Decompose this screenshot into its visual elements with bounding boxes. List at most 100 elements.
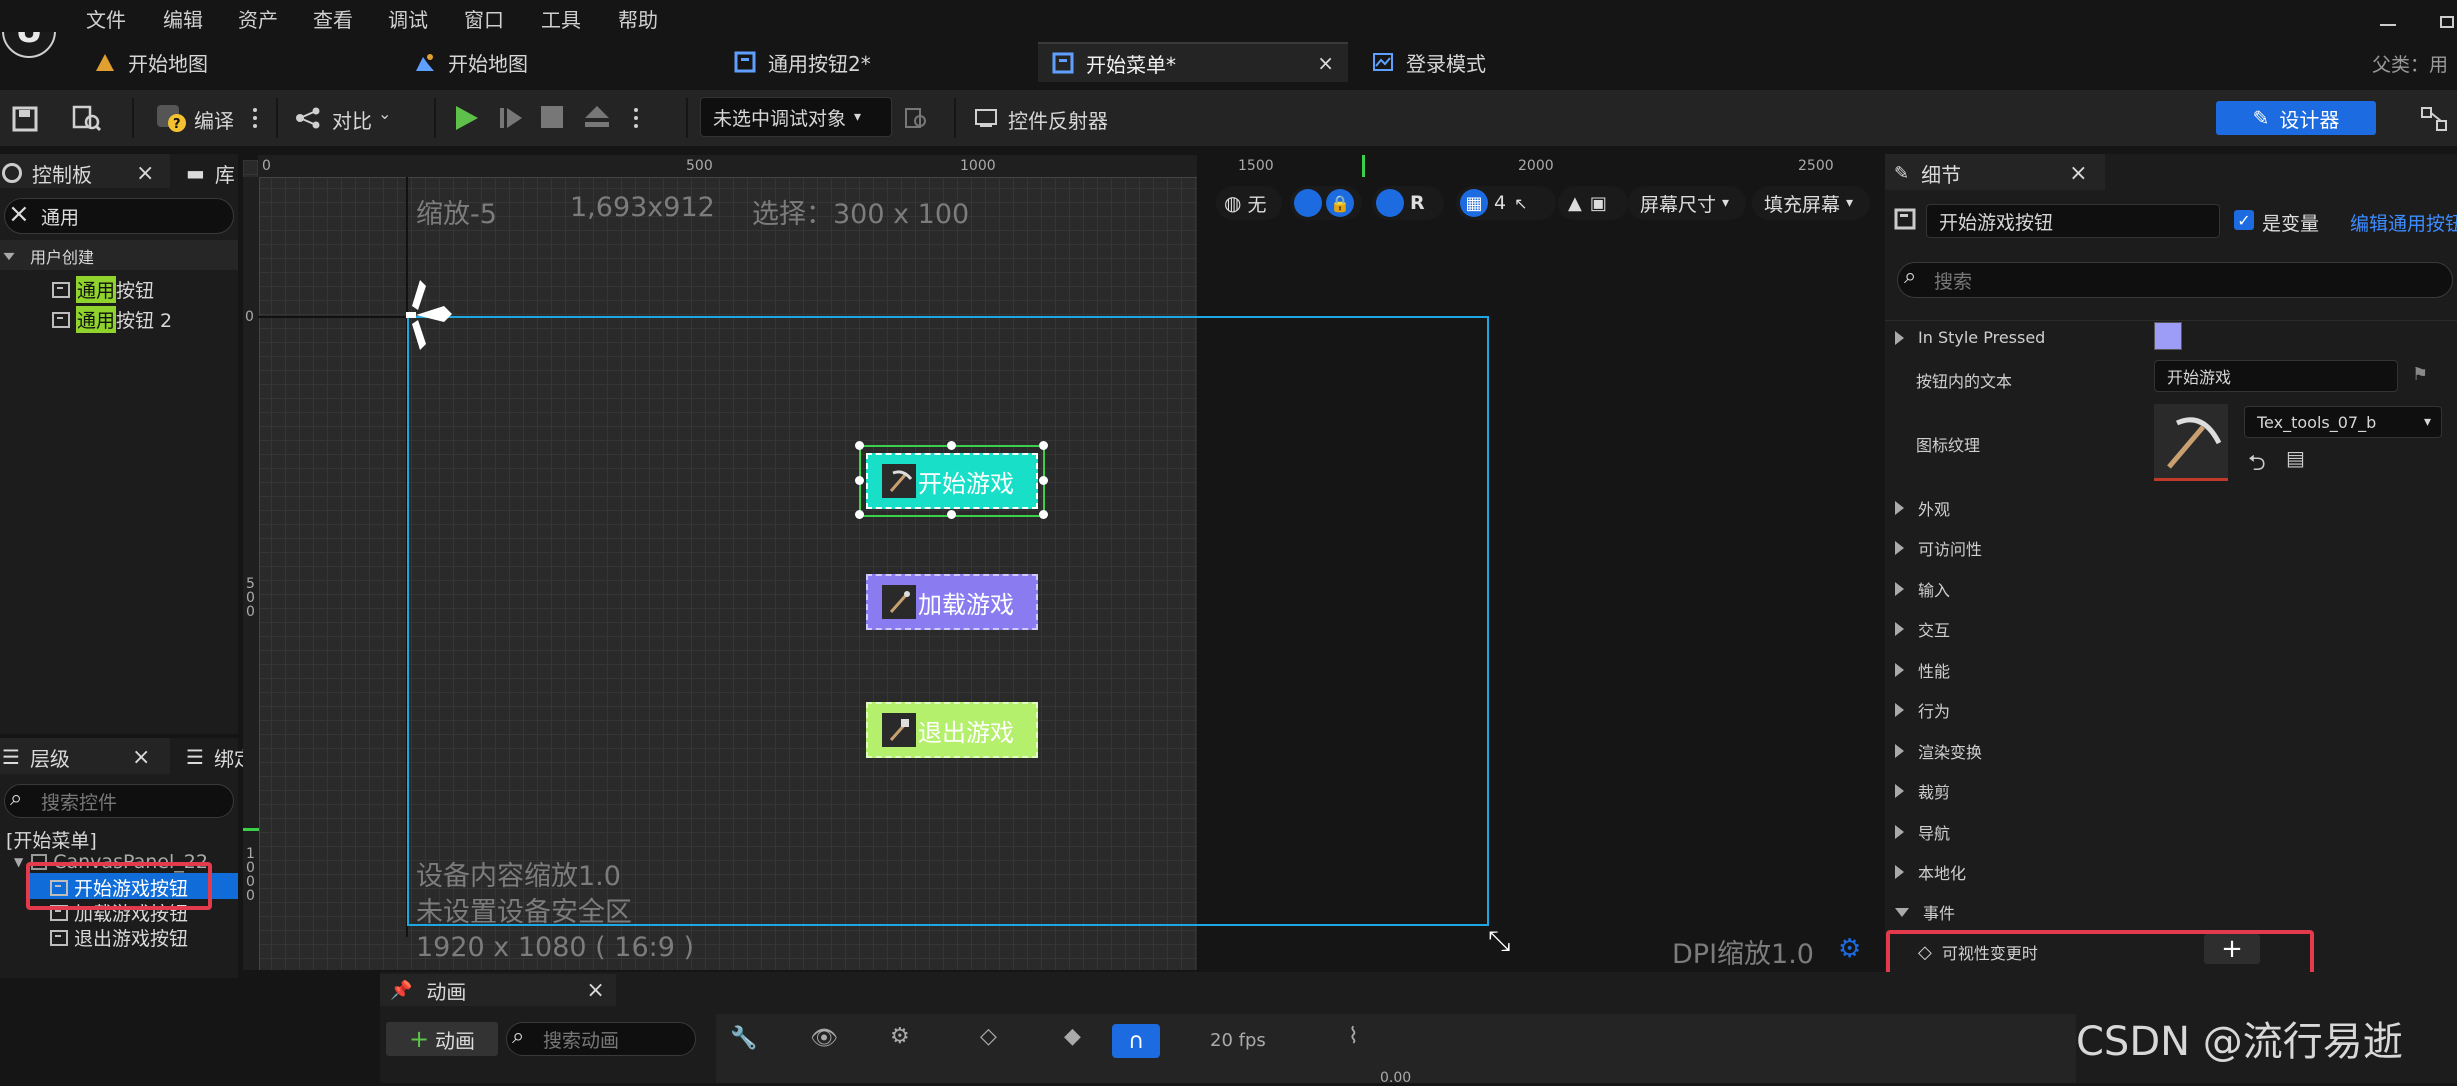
minimize-icon[interactable] xyxy=(2380,24,2396,26)
screen-size-select[interactable]: 屏幕尺寸 ▾ xyxy=(1628,186,1746,220)
menu-file[interactable]: 文件 xyxy=(86,4,126,33)
resize-handle[interactable] xyxy=(1039,510,1048,519)
close-tab-icon[interactable]: × xyxy=(1317,51,1334,75)
category-behavior[interactable]: 行为 xyxy=(1895,698,1950,722)
snap-button[interactable]: R xyxy=(1372,186,1444,220)
game-button-load[interactable]: 加载游戏 xyxy=(866,574,1038,630)
respect-lock-button[interactable]: 🔒 xyxy=(1290,186,1362,220)
texture-select[interactable]: Tex_tools_07_b ▾ xyxy=(2244,406,2442,438)
category-localization[interactable]: 本地化 xyxy=(1895,860,1966,884)
gear-icon[interactable]: ⚙ xyxy=(1838,934,1861,964)
tab-common-button-2[interactable]: 通用按钮2* xyxy=(720,42,1020,82)
resize-handle[interactable] xyxy=(855,441,864,450)
close-icon[interactable]: × xyxy=(136,161,154,186)
palette-search-input[interactable]: 通用 xyxy=(4,198,234,234)
browse-icon[interactable] xyxy=(72,104,102,136)
curve-icon[interactable]: ⌇ xyxy=(1348,1024,1359,1049)
palette-item[interactable]: 通用 按钮 2 xyxy=(52,306,172,333)
background-button[interactable]: ▲ ▣ xyxy=(1558,186,1628,220)
grid-snap-button[interactable]: ▦ 4 ↖ xyxy=(1456,186,1556,220)
widget-reflector-label[interactable]: 控件反射器 xyxy=(1008,105,1108,134)
debug-filter-icon[interactable] xyxy=(904,107,928,133)
palette-item[interactable]: 通用 按钮 xyxy=(52,276,154,303)
tab-start-menu[interactable]: 开始菜单* × xyxy=(1038,42,1348,82)
key-filled-icon[interactable]: ◆ xyxy=(1064,1024,1081,1049)
category-events[interactable]: 事件 xyxy=(1895,900,1955,924)
category-render-transform[interactable]: 渲染变换 xyxy=(1895,739,1982,763)
prop-in-style-pressed[interactable]: In Style Pressed xyxy=(1895,328,2045,347)
palette-category-user-created[interactable]: 用户创建 xyxy=(2,244,94,268)
tab-start-map-1[interactable]: 开始地图 xyxy=(80,42,380,82)
tab-start-map-2[interactable]: 开始地图 xyxy=(400,42,700,82)
resize-handle[interactable] xyxy=(947,510,956,519)
resize-handle[interactable] xyxy=(855,510,864,519)
menu-tools[interactable]: 工具 xyxy=(541,4,581,33)
restore-icon[interactable] xyxy=(2440,16,2454,28)
graph-icon[interactable] xyxy=(2420,106,2448,136)
widget-name-input[interactable]: 开始游戏按钮 xyxy=(1926,204,2220,238)
fill-screen-select[interactable]: 填充屏幕 ▾ xyxy=(1752,186,1870,220)
category-navigation[interactable]: 导航 xyxy=(1895,820,1950,844)
animation-search-input[interactable]: 搜索动画 xyxy=(506,1022,696,1056)
key-icon[interactable]: ◇ xyxy=(980,1024,997,1049)
play-options-icon[interactable] xyxy=(634,104,638,132)
diff-label[interactable]: 对比 xyxy=(332,105,372,134)
chevron-down-icon[interactable]: ⌄ xyxy=(378,104,391,123)
is-variable-checkbox[interactable]: ✓ xyxy=(2234,210,2254,230)
category-accessibility[interactable]: 可访问性 xyxy=(1895,536,1982,560)
tab-palette[interactable]: 控制板 × xyxy=(2,156,154,190)
compile-options-icon[interactable] xyxy=(253,104,257,132)
designer-button[interactable]: ✎ 设计器 xyxy=(2216,101,2376,135)
eject-icon[interactable] xyxy=(583,104,611,134)
tab-login-mode[interactable]: 登录模式 xyxy=(1358,42,1658,82)
use-selected-icon[interactable]: ⮌ xyxy=(2248,446,2266,484)
menu-edit[interactable]: 编辑 xyxy=(163,4,203,33)
hierarchy-root[interactable]: [开始菜单] xyxy=(6,826,97,853)
localization-preview-button[interactable]: ◍ 无 xyxy=(1216,186,1282,220)
menu-window[interactable]: 窗口 xyxy=(464,4,504,33)
gear-icon[interactable]: ⚙ xyxy=(890,1024,910,1049)
browse-asset-icon[interactable]: ▤ xyxy=(2286,446,2305,470)
category-performance[interactable]: 性能 xyxy=(1895,658,1950,682)
play-icon[interactable] xyxy=(452,104,480,136)
stop-icon[interactable] xyxy=(541,106,563,128)
magnet-icon[interactable]: ∩ xyxy=(1112,1024,1160,1058)
clear-search-icon[interactable]: × xyxy=(8,199,30,229)
anchor-icon[interactable] xyxy=(404,276,456,370)
hierarchy-item-quit-button[interactable]: 退出游戏按钮 xyxy=(50,924,188,951)
debug-object-select[interactable]: 未选中调试对象 ▾ xyxy=(700,97,892,137)
widget-reflector-icon[interactable] xyxy=(974,108,998,132)
menu-assets[interactable]: 资产 xyxy=(238,4,278,33)
resize-handle[interactable] xyxy=(855,476,864,485)
tab-animation[interactable]: 📌 动画 × xyxy=(390,974,605,1006)
texture-thumbnail[interactable] xyxy=(2154,404,2228,481)
resize-handle[interactable] xyxy=(947,441,956,450)
compile-label[interactable]: 编译 xyxy=(194,105,234,134)
resize-handle[interactable] xyxy=(1039,476,1048,485)
edit-common-button-link[interactable]: 编辑通用按钮 xyxy=(2350,209,2457,236)
details-search-input[interactable]: 搜索 xyxy=(1897,262,2453,298)
tab-hierarchy[interactable]: ☰ 层级 × xyxy=(2,740,150,774)
close-icon[interactable]: × xyxy=(132,745,150,770)
resize-handle[interactable] xyxy=(1039,441,1048,450)
wrench-icon[interactable]: 🔧 xyxy=(730,1026,757,1051)
category-clipping[interactable]: 裁剪 xyxy=(1895,779,1950,803)
hierarchy-search-input[interactable]: 搜索控件 xyxy=(4,784,234,818)
button-text-input[interactable]: 开始游戏 xyxy=(2154,360,2398,392)
eye-icon[interactable]: 👁 xyxy=(810,1026,838,1051)
add-animation-button[interactable]: + 动画 xyxy=(386,1022,498,1056)
category-appearance[interactable]: 外观 xyxy=(1895,496,1950,520)
close-icon[interactable]: × xyxy=(586,978,604,1003)
menu-debug[interactable]: 调试 xyxy=(388,4,428,33)
flag-icon[interactable]: ⚑ xyxy=(2412,364,2428,385)
step-icon[interactable] xyxy=(498,106,524,134)
fps-select[interactable]: 20 fps xyxy=(1210,1030,1266,1051)
color-swatch[interactable] xyxy=(2154,322,2182,350)
category-interaction[interactable]: 交互 xyxy=(1895,617,1950,641)
menu-view[interactable]: 查看 xyxy=(313,4,353,33)
diff-icon[interactable] xyxy=(294,106,324,134)
tab-details[interactable]: ✎ 细节 × xyxy=(1894,156,2088,190)
category-input[interactable]: 输入 xyxy=(1895,577,1950,601)
menu-help[interactable]: 帮助 xyxy=(618,4,658,33)
save-icon[interactable] xyxy=(12,106,38,136)
